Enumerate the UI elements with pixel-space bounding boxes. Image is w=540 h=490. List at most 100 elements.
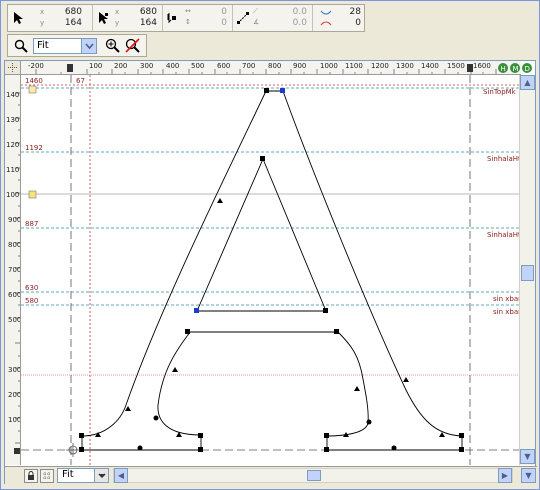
lock-icon[interactable] xyxy=(24,469,38,483)
point-counts: 28 0 xyxy=(313,5,365,31)
ruler-top-label: 600 xyxy=(217,62,230,70)
ruler-left-label: 900 xyxy=(8,216,21,224)
ruler-left-label: 1300 xyxy=(6,116,21,124)
zoom-select-value: Fit xyxy=(37,40,49,51)
chevron-down-icon[interactable] xyxy=(94,469,108,482)
curve-points-icon xyxy=(320,10,332,26)
horizontal-ruler-ticks: -200 100 300 500 700 900 1100 1300 1500 … xyxy=(28,62,497,74)
ruler-left-label: 1200 xyxy=(6,141,21,149)
ruler-corner[interactable] xyxy=(5,61,21,75)
guide-name-xbar2: sin xbar xyxy=(493,308,521,316)
ruler-left-label: 700 xyxy=(8,266,21,274)
distance-angle: ⟋ ∡ 0.0 0.0 xyxy=(233,5,313,31)
scroll-down-icon[interactable]: ▼ xyxy=(520,449,535,464)
ruler-left-label: 200 xyxy=(8,391,21,399)
bottom-zoom-value: Fit xyxy=(62,469,74,480)
coordinates-toolbar: x y 680 164 x y 680 164 ↔ ↕ 0 0 ⟋ ∡ 0.0 … xyxy=(7,4,365,32)
zoom-reset-icon[interactable] xyxy=(125,38,140,53)
point-count-b: 0 xyxy=(355,18,361,28)
ruler-top-label: 400 xyxy=(166,62,179,70)
ruler-top-label: 900 xyxy=(293,62,306,70)
glyph-canvas[interactable]: 1460 67 1192 887 630 580 SinTopMk Sinhal… xyxy=(21,75,521,465)
vertical-scroll-thumb[interactable] xyxy=(521,265,534,281)
ruler-top-label: 1000 xyxy=(320,62,338,70)
ruler-left-label: 500 xyxy=(8,316,21,324)
ruler-left-label: 1000 xyxy=(6,191,21,199)
glyph-outline[interactable] xyxy=(81,90,463,451)
guide-name-sinhala1: SinhalaHt xyxy=(487,155,521,163)
baseline-marker[interactable] xyxy=(14,448,20,454)
guide-label-1460: 1460 xyxy=(25,77,43,85)
ruler-left-label: 800 xyxy=(8,241,21,249)
left-margin-marker[interactable] xyxy=(67,64,73,72)
horizontal-scroll-thumb[interactable] xyxy=(307,470,321,481)
y2-label: y xyxy=(115,19,120,27)
pointer-x-value: 680 xyxy=(64,7,82,17)
distance-value: 0.0 xyxy=(292,7,307,17)
crosshair-icon xyxy=(8,63,17,72)
zoom-icon[interactable] xyxy=(14,39,28,53)
ruler-top-label: 800 xyxy=(268,62,281,70)
guide-label-67: 67 xyxy=(76,77,85,85)
guide-name-xbar1: sin xbar xyxy=(493,295,521,303)
horizontal-scrollbar[interactable]: ◀ ▶ xyxy=(113,468,513,483)
measure-icon xyxy=(237,12,249,24)
vertical-ruler[interactable]: 1400 1300 1200 1100 1000 900 800 700 600… xyxy=(5,75,21,465)
dy-icon: ↕ xyxy=(185,18,191,26)
ruler-left-label: 1400 xyxy=(6,91,21,99)
pointer2-y-value: 164 xyxy=(139,18,157,28)
ruler-left-label: 300 xyxy=(8,366,21,374)
scroll-right-icon[interactable]: ▶ xyxy=(498,468,512,483)
length-icon: ⟋ xyxy=(253,7,258,15)
delta-y-value: 0 xyxy=(221,18,227,28)
ruler-top-label: 200 xyxy=(114,62,127,70)
arrow-cursor-icon xyxy=(14,12,23,24)
origin-marker-icon[interactable] xyxy=(66,443,80,457)
vertical-scrollbar[interactable]: ▲ ▼ xyxy=(519,75,535,465)
scroll-left-icon[interactable]: ◀ xyxy=(114,468,128,483)
ruler-top-label: 500 xyxy=(191,62,204,70)
svg-text:M: M xyxy=(513,65,519,73)
x-label: x xyxy=(40,8,45,16)
svg-text:D: D xyxy=(525,65,530,73)
ruler-top-label: 1600 xyxy=(473,62,491,70)
glyph-editor-window: x y 680 164 x y 680 164 ↔ ↕ 0 0 ⟋ ∡ 0.0 … xyxy=(0,0,540,490)
guide-lock-icon[interactable] xyxy=(28,190,37,199)
chevron-down-icon[interactable] xyxy=(81,39,96,53)
ruler-top-label: 1500 xyxy=(447,62,465,70)
ruler-left-label: 1100 xyxy=(6,166,21,174)
glyph-drawing[interactable]: 1460 67 1192 887 630 580 SinTopMk Sinhal… xyxy=(21,75,521,465)
ruler-top-label: 1400 xyxy=(421,62,439,70)
ruler-top-label: 100 xyxy=(89,62,102,70)
right-margin-marker[interactable] xyxy=(467,64,473,72)
ruler-left-label: 100 xyxy=(8,416,21,424)
guide-label-630: 630 xyxy=(25,284,38,292)
delta-coordinates: ↔ ↕ 0 0 xyxy=(163,5,233,31)
guide-name-top: SinTopMk xyxy=(483,88,517,96)
scroll-down-icon[interactable]: ▼ xyxy=(521,468,536,483)
glyph-points[interactable] xyxy=(79,88,464,452)
ruler-top-label: -200 xyxy=(28,62,44,70)
ruler-status-icons: H M D xyxy=(498,63,532,73)
x2-label: x xyxy=(115,8,120,16)
ruler-top-label: 300 xyxy=(140,62,153,70)
pointer-coordinates: x y 680 164 xyxy=(8,5,93,31)
horizontal-ruler[interactable]: -200 100 300 500 700 900 1100 1300 1500 … xyxy=(21,61,521,75)
zoom-in-icon[interactable] xyxy=(105,38,120,53)
vertical-ruler-ticks: 1400 1300 1200 1100 1000 900 800 700 600… xyxy=(6,91,21,454)
scroll-up-icon[interactable]: ▲ xyxy=(520,75,535,90)
angle-icon: ∡ xyxy=(253,18,260,26)
guide-label-580: 580 xyxy=(25,297,38,305)
pointer-y-value: 164 xyxy=(64,18,82,28)
guide-lock-icon[interactable] xyxy=(28,85,37,94)
point-count-a: 28 xyxy=(349,7,361,17)
grid-icon[interactable] xyxy=(40,469,54,483)
pointer2-x-value: 680 xyxy=(139,7,157,17)
y-label: y xyxy=(40,19,45,27)
ruler-top-label: 700 xyxy=(242,62,255,70)
status-bar: Fit ◀ ▶ ▼ xyxy=(5,466,537,484)
zoom-select[interactable]: Fit xyxy=(33,38,97,54)
bottom-zoom-select[interactable]: Fit xyxy=(57,468,109,483)
ruler-top-label: 1200 xyxy=(371,62,389,70)
pointer2-coordinates: x y 680 164 xyxy=(93,5,163,31)
